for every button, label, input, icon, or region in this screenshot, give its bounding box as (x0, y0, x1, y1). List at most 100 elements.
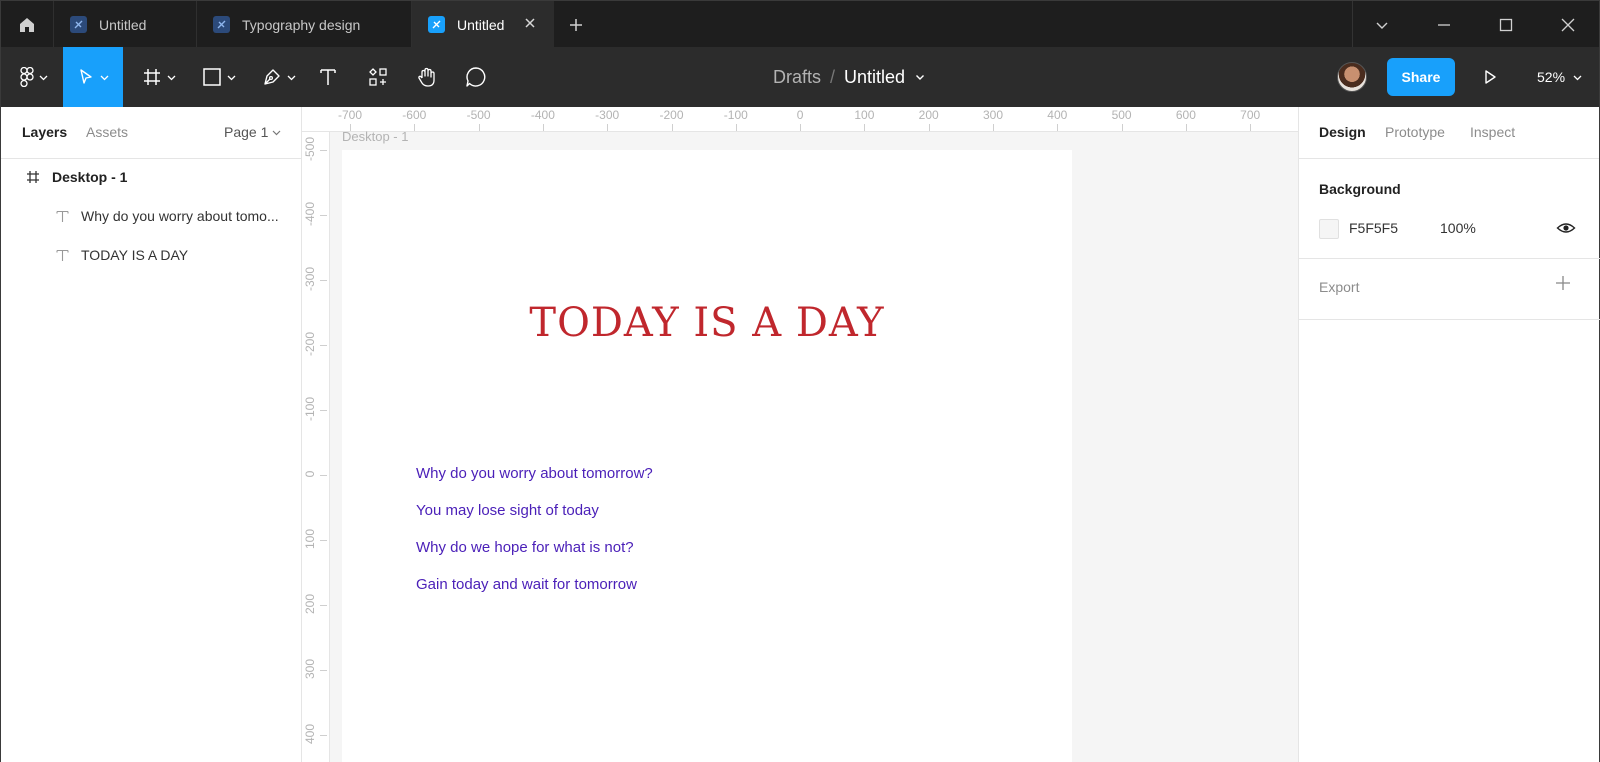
background-opacity-input[interactable]: 100% (1440, 220, 1476, 236)
ruler-tick (478, 124, 480, 131)
share-button[interactable]: Share (1387, 58, 1455, 96)
chevron-down-icon (167, 75, 176, 80)
shape-tool-button[interactable] (195, 47, 243, 107)
layer-text-today-is-a-day[interactable]: TODAY IS A DAY (1, 237, 303, 273)
rectangle-icon (203, 68, 221, 86)
layer-name: Why do you worry about tomo... (81, 208, 279, 224)
ruler-tick-label: -600 (402, 108, 427, 122)
ruler-tick-label: 300 (982, 108, 1004, 122)
eye-icon (1556, 223, 1576, 233)
add-export-button[interactable] (1555, 275, 1571, 296)
background-section-title: Background (1319, 181, 1401, 197)
tab-layers[interactable]: Layers (22, 124, 67, 140)
ruler-tick-label: 200 (918, 108, 939, 122)
minimize-button[interactable] (1413, 1, 1475, 48)
ruler-tick-label: 100 (303, 528, 317, 550)
layer-text-why-do-you-worry[interactable]: Why do you worry about tomo... (1, 198, 303, 234)
frame-tool-button[interactable] (135, 47, 183, 107)
frame-desktop-1[interactable]: TODAY IS A DAY Why do you worry about to… (342, 150, 1072, 762)
comment-tool-button[interactable] (459, 47, 493, 107)
toolbar: Drafts / Untitled Share 52% (0, 47, 1600, 107)
background-color-swatch[interactable] (1319, 219, 1339, 239)
ruler-tick (735, 124, 737, 131)
ruler-tick (320, 280, 327, 281)
tab-design[interactable]: Design (1319, 124, 1366, 140)
horizontal-ruler: -700 -600 -500 -400 -300 -200 -100 0 100 200 300 40… (302, 107, 1298, 132)
file-name[interactable]: Untitled (844, 67, 905, 88)
pen-tool-button[interactable] (255, 47, 303, 107)
body-line-3[interactable]: Why do we hope for what is not? (416, 539, 634, 556)
ruler-tick-label: 400 (303, 723, 317, 745)
ruler-tick-label: -700 (337, 108, 363, 122)
ruler-tick (414, 124, 416, 131)
figma-logo-icon (20, 67, 34, 87)
frame-label[interactable]: Desktop - 1 (342, 129, 408, 144)
resources-button[interactable] (363, 47, 393, 107)
chevron-down-icon[interactable] (915, 72, 925, 82)
properties-tabs: Design Prototype Inspect (1299, 107, 1599, 159)
tab-prototype[interactable]: Prototype (1385, 124, 1445, 140)
text-tool-button[interactable] (313, 47, 343, 107)
ruler-tick-label: -200 (659, 108, 684, 122)
frame-hash-icon (23, 170, 43, 184)
chevron-down-icon (272, 130, 281, 136)
tab-untitled-1[interactable]: Untitled (53, 1, 196, 48)
ruler-tick-label: -100 (723, 108, 748, 122)
headline-text[interactable]: TODAY IS A DAY (342, 300, 1072, 346)
maximize-button[interactable] (1475, 1, 1537, 48)
ruler-tick (800, 124, 802, 131)
chevron-down-icon (227, 75, 236, 80)
main-menu-button[interactable] (9, 47, 59, 107)
present-button[interactable] (1475, 62, 1505, 92)
tab-label: Untitled (457, 16, 505, 33)
background-hex-input[interactable]: F5F5F5 (1349, 220, 1398, 236)
ruler-tick (1185, 124, 1187, 131)
export-section-title: Export (1319, 279, 1360, 295)
tab-untitled-active[interactable]: Untitled (411, 1, 554, 48)
close-icon (1561, 18, 1575, 31)
cursor-arrow-icon (80, 69, 92, 84)
breadcrumb: Drafts / Untitled (773, 47, 925, 107)
design-file-icon (70, 16, 87, 33)
chevron-down-icon (1573, 75, 1582, 80)
title-bar: Untitled Typography design Untitled (0, 0, 1600, 48)
ruler-tick-label: -500 (466, 108, 491, 122)
components-icon (369, 68, 387, 86)
tab-inspect[interactable]: Inspect (1470, 124, 1515, 140)
plus-icon (1556, 276, 1570, 290)
ruler-tick-label: -200 (303, 331, 317, 357)
page-selector[interactable]: Page 1 (224, 124, 281, 140)
zoom-level: 52% (1537, 69, 1566, 85)
ruler-tick-label: -500 (303, 136, 317, 162)
layer-name: TODAY IS A DAY (81, 247, 189, 263)
new-tab-button[interactable] (558, 1, 594, 48)
body-line-1[interactable]: Why do you worry about tomorrow? (416, 465, 653, 482)
tab-assets[interactable]: Assets (86, 124, 128, 140)
layer-frame-desktop-1[interactable]: Desktop - 1 (1, 159, 303, 195)
section-divider (1299, 319, 1600, 320)
canvas[interactable]: -700 -600 -500 -400 -300 -200 -100 0 100 200 300 40… (302, 107, 1298, 762)
zoom-menu[interactable]: 52% (1537, 47, 1582, 107)
ruler-tick-label: 300 (303, 658, 317, 680)
ruler-tick-label: 100 (854, 108, 875, 122)
avatar[interactable] (1337, 62, 1367, 92)
tab-label: Untitled (99, 16, 147, 33)
ruler-tick-label: -400 (303, 201, 317, 227)
window-close-button[interactable] (1537, 1, 1599, 48)
ruler-tick-label: -300 (303, 266, 317, 292)
tabs-dropdown-button[interactable] (1351, 1, 1413, 48)
frame-hash-icon (144, 69, 160, 85)
breadcrumb-drafts[interactable]: Drafts (773, 67, 821, 88)
ruler-tick-label: 600 (1175, 108, 1196, 122)
body-line-2[interactable]: You may lose sight of today (416, 502, 599, 519)
tab-typography-design[interactable]: Typography design (196, 1, 411, 48)
tab-close-button[interactable] (522, 15, 538, 34)
visibility-toggle[interactable] (1556, 218, 1576, 243)
hand-tool-button[interactable] (411, 47, 443, 107)
play-icon (1485, 70, 1496, 84)
home-button[interactable] (1, 1, 53, 48)
text-icon (320, 69, 336, 85)
body-line-4[interactable]: Gain today and wait for tomorrow (416, 576, 637, 593)
move-tool-button[interactable] (63, 47, 123, 107)
minimize-icon (1438, 23, 1450, 26)
